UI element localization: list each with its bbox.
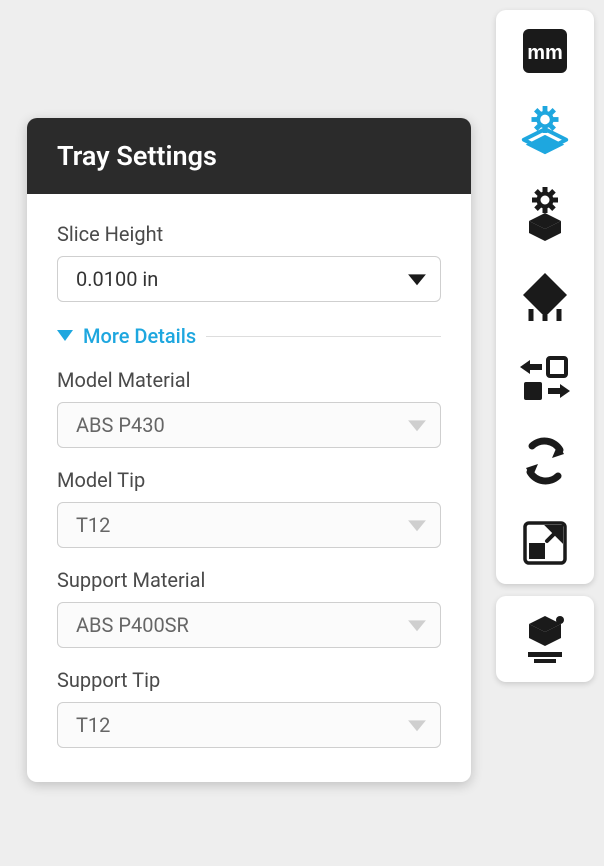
slice-height-select[interactable]: 0.0100 in xyxy=(57,256,441,302)
supports-icon xyxy=(519,271,571,323)
scale-button[interactable] xyxy=(518,516,572,570)
divider xyxy=(206,336,441,337)
toolbar-rail-main: mm xyxy=(496,10,594,584)
model-material-label: Model Material xyxy=(57,368,441,392)
more-details-label: More Details xyxy=(83,324,196,348)
part-settings-icon xyxy=(519,187,571,243)
chevron-down-icon xyxy=(408,274,426,286)
print-icon xyxy=(520,614,570,664)
support-tip-value: T12 xyxy=(76,713,110,737)
support-material-value: ABS P400SR xyxy=(76,613,189,637)
slice-height-label: Slice Height xyxy=(57,222,441,246)
panel-body: Slice Height 0.0100 in More Details Mode… xyxy=(27,194,471,782)
chevron-down-icon xyxy=(408,420,426,432)
chevron-down-icon xyxy=(408,720,426,732)
toolbar-rail: mm xyxy=(496,10,594,682)
model-tip-select[interactable]: T12 xyxy=(57,502,441,548)
support-material-select[interactable]: ABS P400SR xyxy=(57,602,441,648)
print-button[interactable] xyxy=(518,612,572,666)
chevron-down-icon xyxy=(57,327,73,346)
tray-settings-button[interactable] xyxy=(518,106,572,160)
model-tip-value: T12 xyxy=(76,513,110,537)
support-tip-label: Support Tip xyxy=(57,668,441,692)
more-details-toggle[interactable]: More Details xyxy=(57,324,441,348)
support-tip-select[interactable]: T12 xyxy=(57,702,441,748)
slice-height-value: 0.0100 in xyxy=(76,267,158,291)
svg-text:mm: mm xyxy=(527,42,563,64)
scale-icon xyxy=(521,519,569,567)
units-button[interactable]: mm xyxy=(518,24,572,78)
support-material-label: Support Material xyxy=(57,568,441,592)
chevron-down-icon xyxy=(408,520,426,532)
model-tip-label: Model Tip xyxy=(57,468,441,492)
tray-settings-panel: Tray Settings Slice Height 0.0100 in Mor… xyxy=(27,118,471,782)
part-settings-button[interactable] xyxy=(518,188,572,242)
rotate-icon xyxy=(520,436,570,486)
tray-settings-icon xyxy=(518,105,572,161)
units-icon: mm xyxy=(520,26,570,76)
model-material-select[interactable]: ABS P430 xyxy=(57,402,441,448)
model-material-value: ABS P430 xyxy=(76,413,165,437)
toolbar-rail-secondary xyxy=(496,596,594,682)
supports-button[interactable] xyxy=(518,270,572,324)
rotate-button[interactable] xyxy=(518,434,572,488)
swap-button[interactable] xyxy=(518,352,572,406)
panel-title: Tray Settings xyxy=(27,118,471,194)
chevron-down-icon xyxy=(408,620,426,632)
swap-icon xyxy=(518,356,572,402)
